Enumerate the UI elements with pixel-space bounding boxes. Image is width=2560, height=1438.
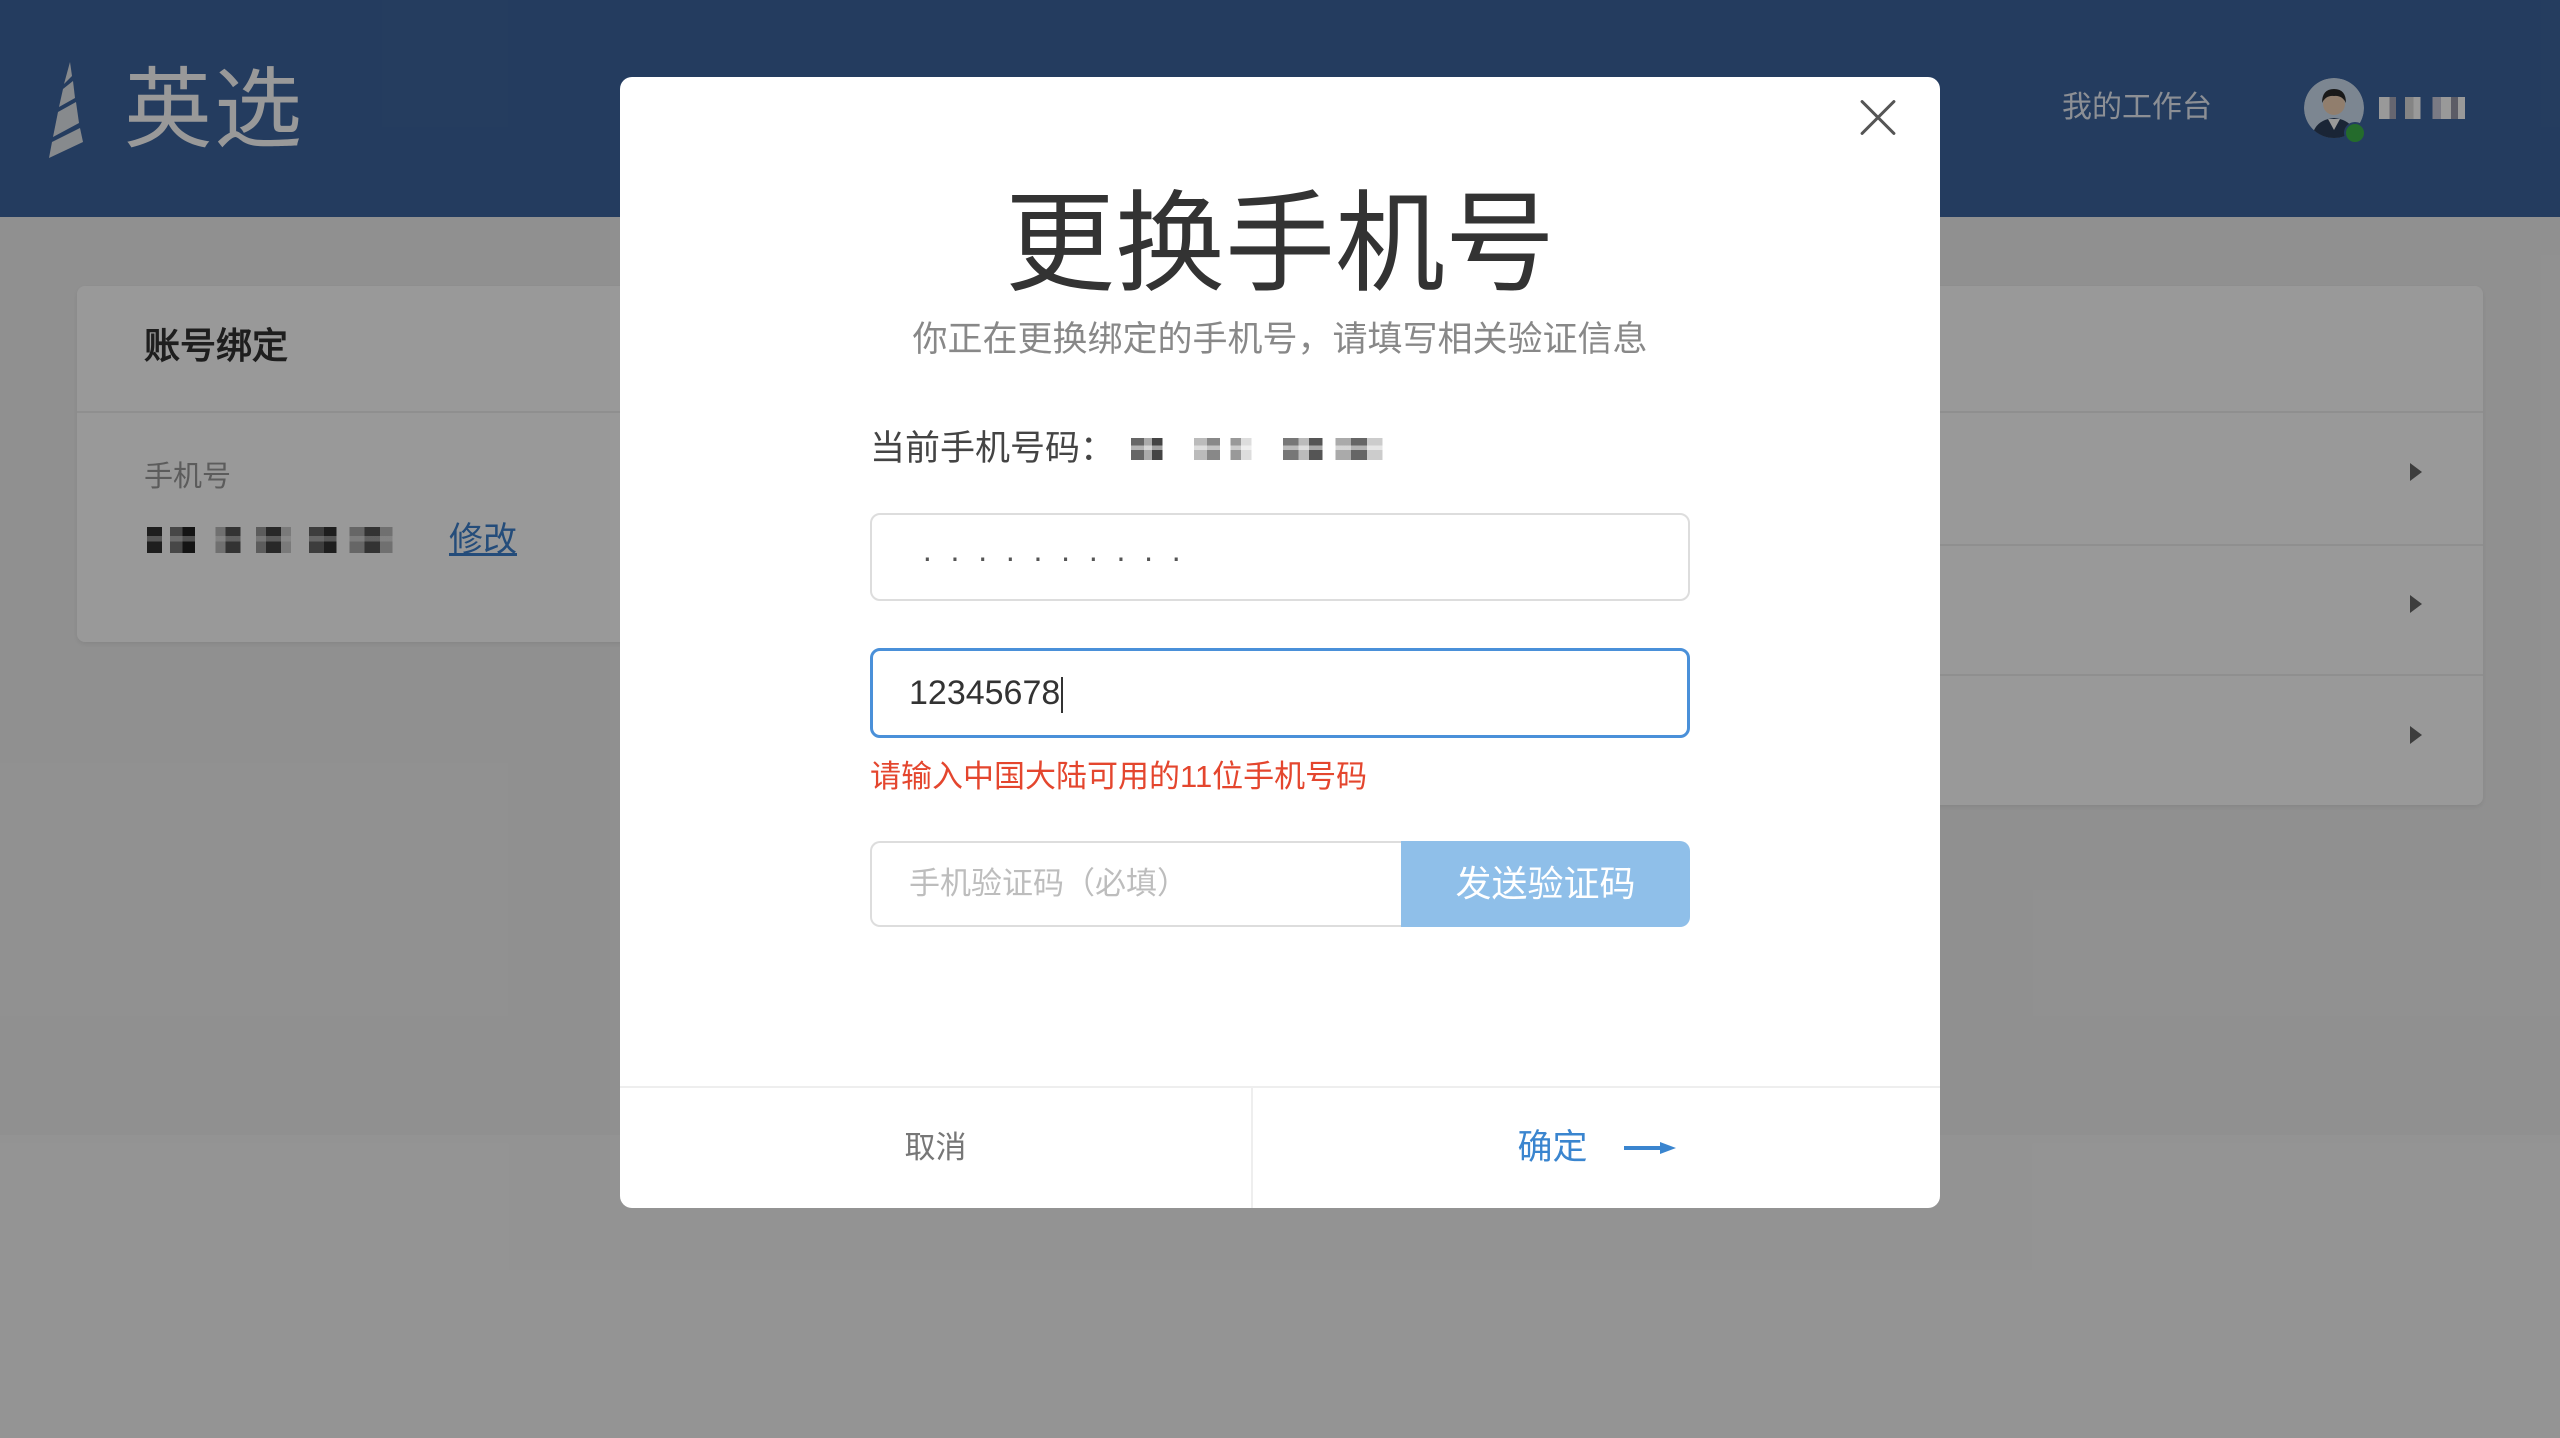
confirm-button[interactable]: 确定 xyxy=(1253,1088,1940,1208)
phone-error-message: 请输入中国大陆可用的11位手机号码 xyxy=(870,759,1368,794)
dialog-footer: 取消 确定 xyxy=(620,1086,1940,1208)
masked-current-phone-number xyxy=(1131,438,1393,460)
new-phone-value: 12345678 xyxy=(909,674,1061,712)
dialog-title: 更换手机号 xyxy=(1005,183,1555,306)
password-value: ·········· xyxy=(922,539,1199,575)
new-phone-field[interactable]: 12345678 xyxy=(870,648,1690,738)
confirm-label: 确定 xyxy=(1517,1128,1588,1167)
current-phone-label: 当前手机号码： xyxy=(870,429,1116,468)
sms-code-row: 发送验证码 xyxy=(870,841,1690,927)
close-icon[interactable] xyxy=(1858,98,1898,138)
arrow-right-icon xyxy=(1623,1142,1676,1154)
cancel-button[interactable]: 取消 xyxy=(620,1088,1251,1208)
dialog-subtitle: 你正在更换绑定的手机号，请填写相关验证信息 xyxy=(912,320,1648,359)
sms-code-input[interactable] xyxy=(870,841,1401,927)
password-field[interactable]: ·········· xyxy=(870,513,1690,601)
text-caret xyxy=(1061,677,1064,714)
send-code-button[interactable]: 发送验证码 xyxy=(1401,841,1690,927)
page: 英选 我的工作台 账号绑定 手机号 修改 更换手机号 你正在更换绑定的手机号，请… xyxy=(0,0,2560,1438)
change-phone-dialog: 更换手机号 你正在更换绑定的手机号，请填写相关验证信息 当前手机号码： ····… xyxy=(620,77,1940,1208)
